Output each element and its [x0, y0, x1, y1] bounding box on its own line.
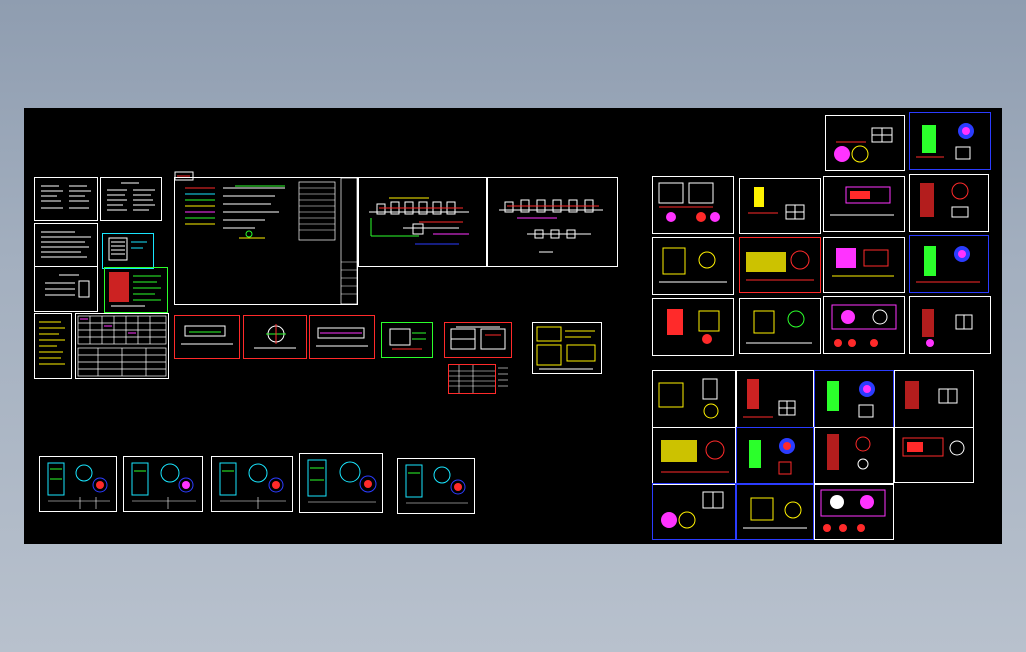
drawing-sheet-detail-green[interactable] — [381, 322, 433, 358]
drawing-sheet-index-2[interactable] — [100, 177, 162, 221]
drawing-sheet-process-flow-1[interactable] — [358, 177, 488, 267]
equip-r5-c1-linework — [749, 438, 795, 475]
equip-sheet-r2-c2[interactable] — [823, 237, 905, 293]
equip-r4-c1-linework — [743, 379, 796, 418]
equip-sheet-r1-c1[interactable] — [739, 178, 821, 234]
equip-sheet-r5-c0[interactable] — [652, 427, 736, 485]
equip-r2-c3-linework — [916, 246, 980, 283]
equip-sheet-r4-c2[interactable] — [814, 370, 894, 428]
equip-sheet-r0-c4[interactable] — [909, 112, 991, 170]
yellow-detail-linework — [536, 326, 596, 370]
equip-r4-c0-linework — [658, 378, 719, 419]
parts-list-side-marks — [498, 364, 510, 394]
drawing-sheet-schedule-table[interactable] — [75, 313, 169, 379]
drawing-sheet-pump-4[interactable] — [299, 453, 383, 513]
equip-r1-c1-linework — [748, 187, 805, 220]
equip-sheet-r2-c0[interactable] — [652, 237, 734, 295]
equip-r3-c0-linework — [667, 309, 720, 344]
drawing-sheet-notes[interactable] — [34, 223, 98, 267]
equip-sheet-r1-c3[interactable] — [909, 174, 989, 232]
equip-sheet-r6-c1[interactable] — [736, 483, 814, 540]
equip-r5-c2-linework — [827, 434, 871, 470]
equip-r4-c3-linework — [905, 381, 958, 409]
equip-r1-c0-linework — [658, 182, 720, 222]
pump-1-linework — [47, 462, 110, 509]
sheet-1-linework — [41, 185, 91, 209]
equip-r5-c3-linework — [902, 437, 965, 457]
piping-system-linework — [185, 177, 358, 305]
equip-r0-c3-linework — [834, 127, 893, 163]
equip-sheet-r6-c2[interactable] — [814, 483, 894, 540]
pump-5-linework — [405, 464, 468, 504]
drawing-sheet-pump-1[interactable] — [39, 456, 117, 512]
equip-sheet-r6-c0[interactable] — [652, 483, 736, 540]
drawing-sheet-pump-5[interactable] — [397, 458, 475, 514]
equip-sheet-r3-c1[interactable] — [739, 298, 821, 354]
equip-sheet-r3-c0[interactable] — [652, 298, 734, 356]
drawing-sheet-index-1[interactable] — [34, 177, 98, 221]
equip-r4-c2-linework — [827, 381, 875, 418]
detail-d-header-line — [456, 314, 500, 328]
drawing-sheet-parts-list[interactable] — [448, 364, 496, 394]
equip-r5-c0-linework — [661, 440, 729, 473]
pump-3-linework — [219, 462, 286, 509]
equip-sheet-r3-c3[interactable] — [909, 296, 991, 354]
equip-r3-c2-linework — [831, 304, 897, 347]
title-block-mark — [174, 166, 196, 181]
sheet-2-linework — [107, 182, 155, 211]
legend-cyan-linework — [108, 237, 147, 261]
equip-sheet-r2-c1[interactable] — [739, 237, 821, 293]
drawing-sheet-process-flow-2[interactable] — [486, 177, 618, 267]
equip-r1-c3-linework — [920, 182, 969, 218]
equip-sheet-r0-c3[interactable] — [825, 115, 905, 171]
schedule-table-linework — [77, 315, 167, 377]
drawing-sheet-detail-c[interactable] — [309, 315, 375, 359]
drawing-sheet-yellow-detail[interactable] — [532, 322, 602, 374]
equip-sheet-r5-c1[interactable] — [736, 427, 814, 485]
equip-r6-c1-linework — [743, 497, 807, 529]
equip-r2-c0-linework — [659, 247, 727, 283]
specifications-linework — [39, 321, 65, 365]
equip-r2-c2-linework — [832, 248, 894, 277]
detail-a-linework — [181, 325, 233, 345]
equip-sheet-r3-c2[interactable] — [823, 296, 905, 354]
cad-model-space-canvas[interactable] — [24, 108, 1002, 544]
drawing-sheet-piping-system[interactable] — [174, 177, 358, 305]
process-flow-1-linework — [369, 197, 469, 245]
legend-green-linework — [109, 272, 161, 307]
drawing-sheet-legend-cyan[interactable] — [102, 233, 154, 269]
drawing-sheet-pump-2[interactable] — [123, 456, 203, 512]
drawing-sheet-pump-3[interactable] — [211, 456, 293, 512]
drawing-sheet-small-detail[interactable] — [34, 266, 98, 312]
equip-sheet-r1-c2[interactable] — [823, 176, 905, 232]
equip-r3-c1-linework — [746, 310, 812, 344]
detail-b-linework — [254, 324, 296, 349]
equip-sheet-r5-c3[interactable] — [894, 427, 974, 483]
detail-green-linework — [389, 328, 426, 350]
drawing-sheet-detail-b[interactable] — [243, 315, 307, 359]
equip-r6-c0-linework — [661, 491, 724, 529]
equip-r3-c3-linework — [922, 309, 973, 347]
pump-4-linework — [307, 459, 377, 503]
equip-r0-c4-linework — [916, 123, 974, 160]
parts-list-linework — [449, 365, 495, 393]
equip-r2-c1-linework — [746, 250, 814, 281]
equip-sheet-r5-c2[interactable] — [814, 427, 894, 485]
drawing-sheet-legend-green[interactable] — [104, 267, 168, 313]
equip-sheet-r2-c3[interactable] — [909, 235, 989, 293]
process-flow-2-linework — [499, 199, 603, 253]
equip-sheet-r4-c1[interactable] — [736, 370, 814, 428]
drawing-sheet-detail-a[interactable] — [174, 315, 240, 359]
pump-2-linework — [131, 462, 196, 509]
drawing-sheet-specifications[interactable] — [34, 313, 72, 379]
equip-sheet-r4-c0[interactable] — [652, 370, 736, 428]
equip-sheet-r4-c3[interactable] — [894, 370, 974, 428]
equip-sheet-r1-c0[interactable] — [652, 176, 734, 234]
small-detail-linework — [45, 274, 90, 298]
detail-c-linework — [316, 327, 368, 347]
sheet-notes-linework — [41, 231, 91, 258]
equip-r1-c2-linework — [830, 186, 894, 216]
equip-r6-c2-linework — [820, 489, 886, 532]
